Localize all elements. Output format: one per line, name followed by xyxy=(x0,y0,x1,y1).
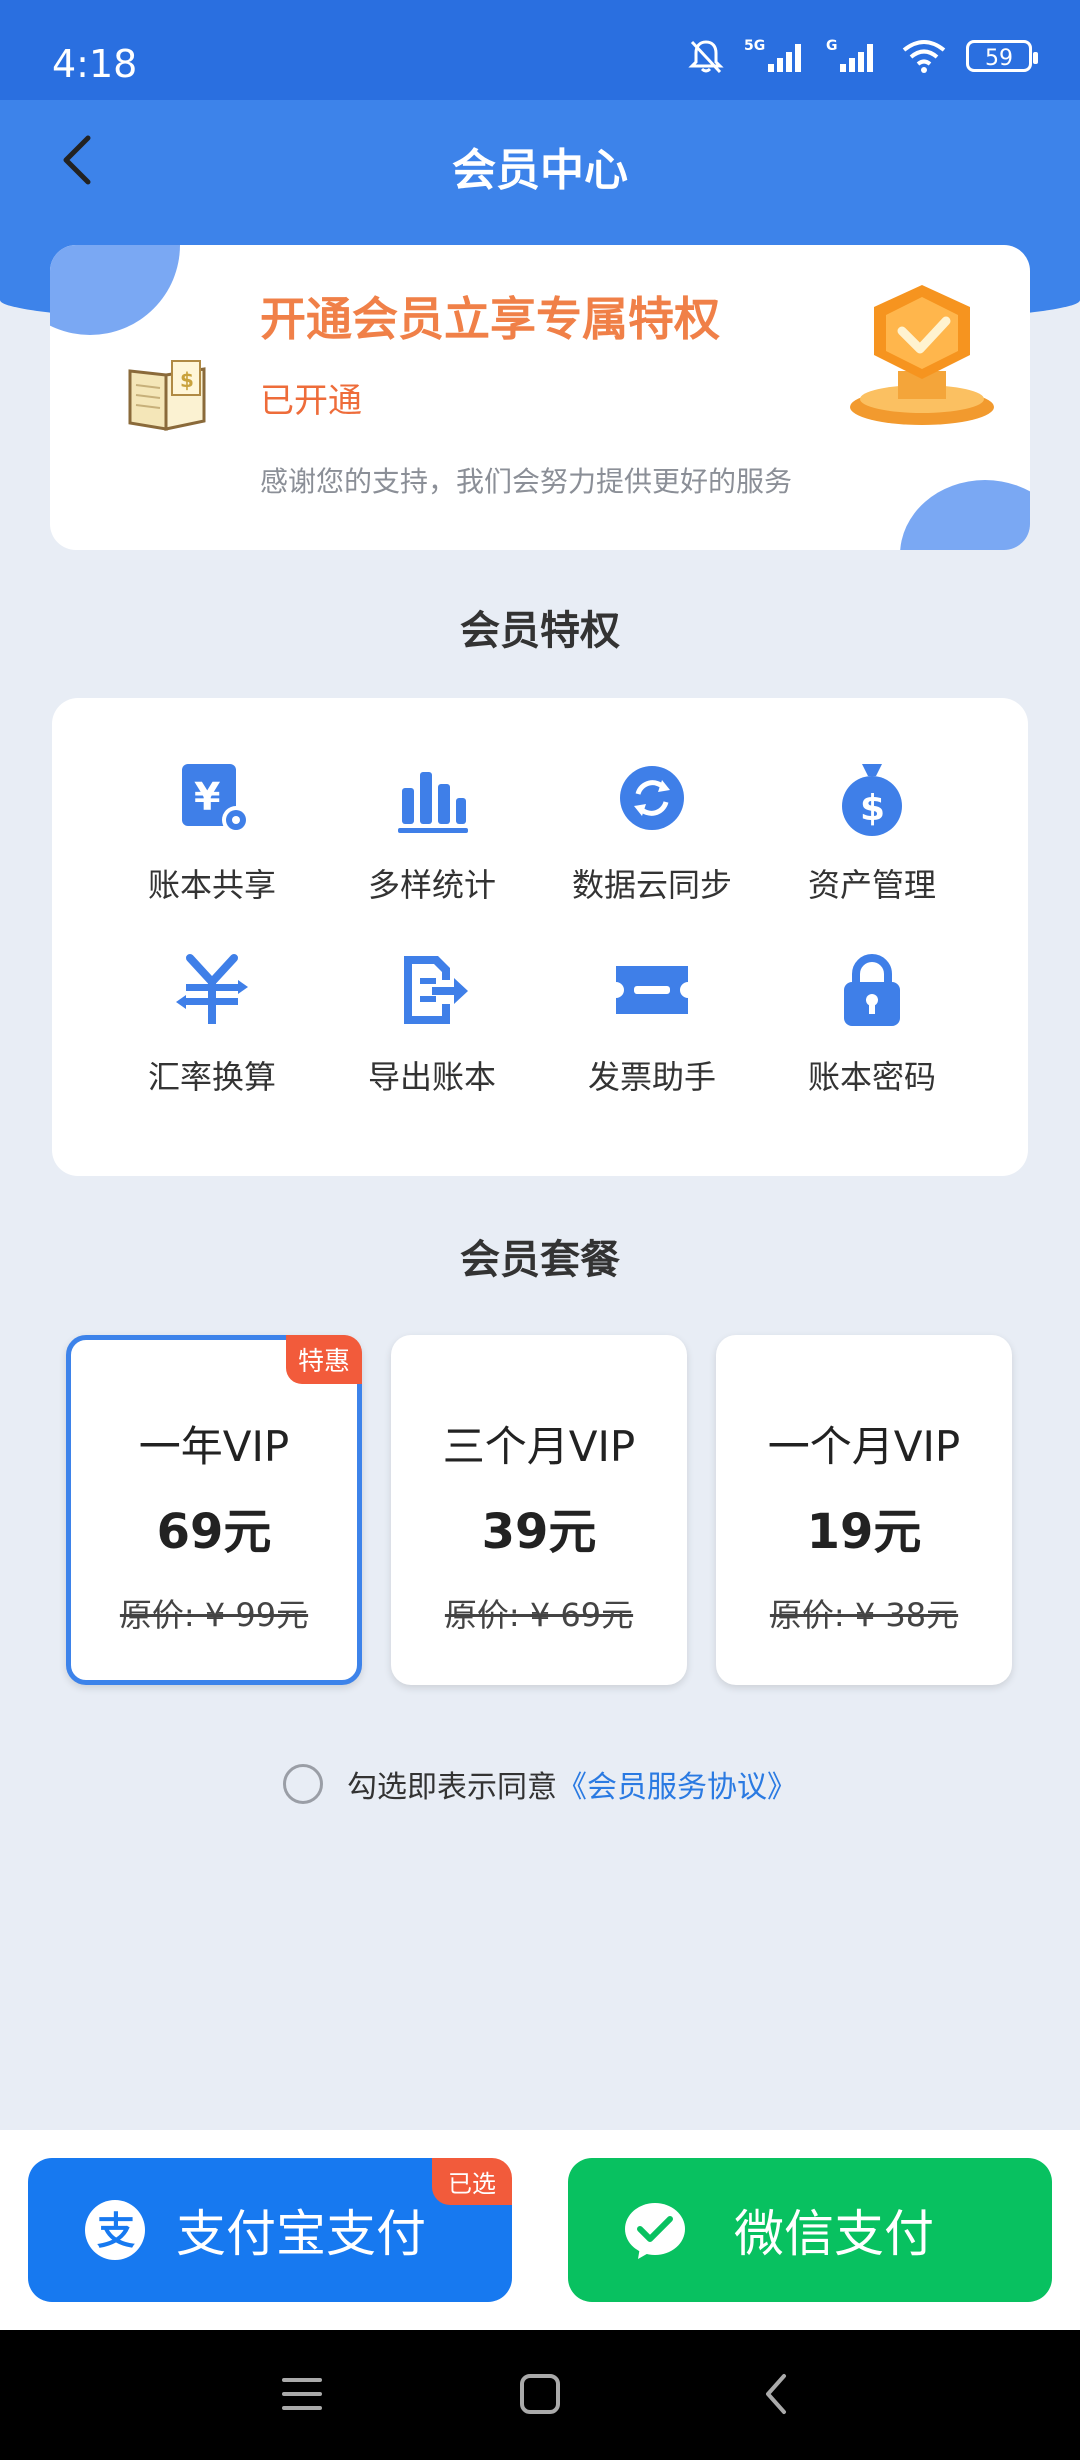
plan-price: 19元 xyxy=(806,1504,922,1560)
menu-icon[interactable] xyxy=(278,2370,326,2418)
battery-indicator: 59 xyxy=(966,40,1038,72)
wechat-pay-button[interactable]: 微信支付 xyxy=(568,2158,1052,2302)
network-g-label: G xyxy=(826,38,838,54)
plan-original-price: 原价: ¥ 69元 xyxy=(444,1596,634,1634)
plan-name: 三个月VIP xyxy=(442,1422,636,1471)
home-icon[interactable] xyxy=(516,2370,564,2418)
privilege-label: 账本共享 xyxy=(147,866,276,904)
vip-description: 感谢您的支持，我们会努力提供更好的服务 xyxy=(260,465,793,498)
shared-book-icon: ¥ xyxy=(182,764,250,834)
decor-blob xyxy=(900,480,1030,550)
privilege-export[interactable]: 导出账本 xyxy=(322,950,542,1098)
ledger-book-icon: $ xyxy=(128,360,206,431)
agreement-link[interactable]: 《会员服务协议》 xyxy=(557,1770,797,1805)
money-bag-icon: $ xyxy=(842,764,902,836)
agreement-text: 勾选即表示同意 xyxy=(347,1770,557,1805)
alipay-button[interactable]: 支 支付宝支付 已选 xyxy=(28,2158,512,2302)
status-bar: 4:18 5G G 59 xyxy=(0,0,1080,100)
page-title: 会员中心 xyxy=(452,145,628,196)
bar-chart-icon xyxy=(398,772,468,833)
svg-text:¥: ¥ xyxy=(194,775,220,819)
system-back-icon[interactable] xyxy=(754,2370,802,2418)
signal-g-icon: G xyxy=(826,38,873,72)
lock-icon xyxy=(844,954,900,1026)
decor-blob xyxy=(50,245,180,335)
selected-badge: 已选 xyxy=(432,2158,512,2205)
plans-section-title: 会员套餐 xyxy=(460,1237,620,1283)
wechat-pay-icon xyxy=(625,2203,685,2259)
privilege-label: 数据云同步 xyxy=(571,866,732,904)
privilege-invoice[interactable]: 发票助手 xyxy=(542,950,762,1098)
privilege-label: 导出账本 xyxy=(367,1058,496,1096)
privilege-cloud-sync[interactable]: 数据云同步 xyxy=(542,758,762,906)
svg-text:支: 支 xyxy=(97,2209,135,2253)
agreement-row: 勾选即表示同意《会员服务协议》 xyxy=(0,1762,1080,1806)
plan-price: 69元 xyxy=(156,1504,272,1560)
vip-trophy-icon xyxy=(850,285,994,425)
nav-bar: 会员中心 xyxy=(0,100,1080,220)
plan-original-price: 原价: ¥ 38元 xyxy=(769,1596,959,1634)
ticket-icon xyxy=(616,966,688,1014)
cloud-sync-icon xyxy=(620,766,684,830)
plan-price: 39元 xyxy=(481,1504,597,1560)
svg-text:$: $ xyxy=(180,368,194,392)
wechat-label: 微信支付 xyxy=(734,2205,934,2263)
privilege-label: 汇率换算 xyxy=(147,1058,276,1096)
signal-5g-icon: 5G xyxy=(744,38,801,72)
alipay-label: 支付宝支付 xyxy=(176,2205,426,2263)
privilege-password[interactable]: 账本密码 xyxy=(762,950,982,1098)
plan-card-yearly[interactable]: 特惠 一年VIP 69元 原价: ¥ 99元 xyxy=(66,1335,362,1685)
vip-status-card: $ 开通会员立享专属特权 已开通 感谢您的支持，我们会努力提供更好的服务 xyxy=(50,245,1030,550)
svg-text:$: $ xyxy=(860,788,885,829)
plan-original-price: 原价: ¥ 99元 xyxy=(119,1596,309,1634)
agreement-checkbox[interactable] xyxy=(283,1764,323,1804)
status-time: 4:18 xyxy=(52,42,138,86)
alipay-icon: 支 xyxy=(85,2200,145,2260)
privilege-shared-book[interactable]: ¥ 账本共享 xyxy=(102,758,322,906)
network-5g-label: 5G xyxy=(744,38,765,54)
promo-badge: 特惠 xyxy=(285,1335,362,1384)
plan-card-quarterly[interactable]: 三个月VIP 39元 原价: ¥ 69元 xyxy=(391,1335,687,1685)
privilege-label: 账本密码 xyxy=(807,1058,936,1096)
wifi-icon xyxy=(902,40,946,73)
currency-exchange-icon xyxy=(176,954,248,1024)
export-icon xyxy=(404,956,468,1024)
system-navigation-bar xyxy=(0,2330,1080,2460)
vip-headline: 开通会员立享专属特权 xyxy=(260,292,720,346)
privilege-label: 发票助手 xyxy=(587,1058,716,1096)
privileges-section-title: 会员特权 xyxy=(460,608,620,654)
privileges-grid: ¥ 账本共享 多样统计 数据云同步 $ 资产管理 汇率换算 导出账本 发票助手 … xyxy=(52,698,1028,1176)
mute-bell-icon xyxy=(688,40,724,74)
vip-status-label: 已开通 xyxy=(260,381,362,421)
privilege-statistics[interactable]: 多样统计 xyxy=(322,758,542,906)
privilege-exchange[interactable]: 汇率换算 xyxy=(102,950,322,1098)
privilege-label: 资产管理 xyxy=(807,866,936,904)
privilege-label: 多样统计 xyxy=(367,866,496,904)
privilege-assets[interactable]: $ 资产管理 xyxy=(762,758,982,906)
plan-name: 一个月VIP xyxy=(767,1422,961,1471)
plan-name: 一年VIP xyxy=(138,1422,290,1471)
payment-bar: 支 支付宝支付 已选 微信支付 xyxy=(0,2130,1080,2330)
plan-card-monthly[interactable]: 一个月VIP 19元 原价: ¥ 38元 xyxy=(716,1335,1012,1685)
agreement-text-wrap: 勾选即表示同意《会员服务协议》 xyxy=(347,1762,797,1806)
status-icons: 5G G 59 xyxy=(686,36,1038,76)
